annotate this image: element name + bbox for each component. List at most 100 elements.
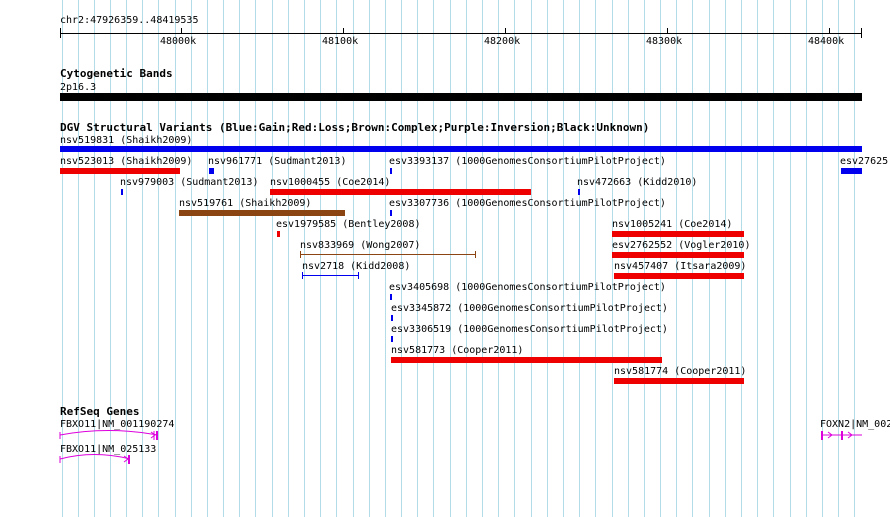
grid-line xyxy=(790,0,791,517)
grid-line xyxy=(433,0,434,517)
nsv523013-variant-bar[interactable] xyxy=(60,168,180,174)
ruler-tick-label: 48300k xyxy=(646,36,683,47)
grid-line xyxy=(563,0,564,517)
nsv457407-variant-bar[interactable] xyxy=(614,273,744,279)
cytoband-label: 2p16.3 xyxy=(60,82,97,93)
nsv519761-variant-bar[interactable] xyxy=(179,210,345,216)
variant-label: esv27625 xyxy=(840,156,889,167)
variant-label: esv3345872 (1000GenomesConsortiumPilotPr… xyxy=(391,303,668,314)
esv3405698-variant-bar[interactable] xyxy=(390,294,392,300)
nsv581773-variant-bar[interactable] xyxy=(391,357,662,363)
grid-line xyxy=(191,0,192,517)
grid-line xyxy=(547,0,548,517)
grid-line xyxy=(531,0,532,517)
variant-label: esv3307736 (1000GenomesConsortiumPilotPr… xyxy=(389,198,666,209)
grid-line xyxy=(482,0,483,517)
grid-line xyxy=(320,0,321,517)
ruler-tick-label: 48100k xyxy=(322,36,359,47)
ruler-tick xyxy=(505,28,506,33)
ruler-axis-line xyxy=(60,33,862,34)
nsv833969-variant-line[interactable] xyxy=(300,254,476,255)
grid-line xyxy=(773,0,774,517)
esv2762552-variant-bar[interactable] xyxy=(612,252,744,258)
fbxo11-nm001190274-gene-model[interactable] xyxy=(58,428,162,442)
grid-line xyxy=(466,0,467,517)
nsv979003-variant-bar[interactable] xyxy=(121,189,123,195)
esv3306519-variant-bar[interactable] xyxy=(391,336,393,342)
variant-label: esv3306519 (1000GenomesConsortiumPilotPr… xyxy=(391,324,668,335)
esv3393137-variant-bar[interactable] xyxy=(390,168,392,174)
nsv519831-variant-bar[interactable] xyxy=(60,146,862,152)
grid-line xyxy=(660,0,661,517)
variant-label: nsv581773 (Cooper2011) xyxy=(391,345,524,356)
grid-line xyxy=(595,0,596,517)
nsv581774-variant-bar[interactable] xyxy=(614,378,744,384)
grid-line xyxy=(628,0,629,517)
variant-label: nsv523013 (Shaikh2009) xyxy=(60,156,193,167)
variant-label: nsv519831 (Shaikh2009) xyxy=(60,135,193,146)
grid-line xyxy=(255,0,256,517)
ruler-tick-label: 48000k xyxy=(160,36,197,47)
grid-line xyxy=(806,0,807,517)
variant-label: nsv1000455 (Coe2014) xyxy=(270,177,391,188)
esv27625-variant-bar[interactable] xyxy=(841,168,862,174)
variant-label: esv1979585 (Bentley2008) xyxy=(276,219,421,230)
grid-line xyxy=(579,0,580,517)
dgv-track-title: DGV Structural Variants (Blue:Gain;Red:L… xyxy=(60,121,650,134)
grid-line xyxy=(741,0,742,517)
grid-line xyxy=(385,0,386,517)
nsv961771-variant-bar[interactable] xyxy=(209,168,214,174)
nsv1000455-variant-bar[interactable] xyxy=(270,189,531,195)
variant-label: nsv833969 (Wong2007) xyxy=(300,240,421,251)
nsv833969-variant-endcap xyxy=(475,251,476,258)
grid-line xyxy=(304,0,305,517)
esv3307736-variant-bar[interactable] xyxy=(390,210,392,216)
grid-line xyxy=(239,0,240,517)
grid-line xyxy=(692,0,693,517)
strand-arrow xyxy=(123,455,129,463)
variant-label: nsv519761 (Shaikh2009) xyxy=(179,198,312,209)
ruler-tick xyxy=(343,28,344,33)
ruler-tick xyxy=(181,28,182,33)
grid-line xyxy=(450,0,451,517)
cytoband-track-title: Cytogenetic Bands xyxy=(60,67,173,80)
grid-line xyxy=(272,0,273,517)
ruler-tick-label: 48200k xyxy=(484,36,521,47)
esv1979585-variant-bar[interactable] xyxy=(277,231,280,237)
ruler-tick-label: 48400k xyxy=(808,36,845,47)
genome-browser-view: chr2:47926359..48419535 48000k 48100k 48… xyxy=(0,0,890,517)
foxn2-gene-model[interactable] xyxy=(820,428,862,442)
intron-line xyxy=(59,430,159,436)
grid-line xyxy=(369,0,370,517)
grid-line xyxy=(676,0,677,517)
refseq-track-title: RefSeq Genes xyxy=(60,405,140,418)
nsv2718-variant-line[interactable] xyxy=(302,275,359,276)
ruler-tick xyxy=(861,28,862,38)
grid-line xyxy=(612,0,613,517)
grid-line xyxy=(207,0,208,517)
fbxo11-nm025133-gene-model[interactable] xyxy=(58,452,134,466)
grid-line xyxy=(336,0,337,517)
variant-label: nsv979003 (Sudmant2013) xyxy=(120,177,259,188)
ruler-tick xyxy=(667,28,668,33)
grid-line xyxy=(514,0,515,517)
ruler-tick xyxy=(829,28,830,33)
esv3345872-variant-bar[interactable] xyxy=(391,315,393,321)
intron-line xyxy=(59,454,131,460)
ruler-range-label: chr2:47926359..48419535 xyxy=(60,15,199,26)
grid-line xyxy=(353,0,354,517)
nsv472663-variant-bar[interactable] xyxy=(578,189,580,195)
grid-line xyxy=(175,0,176,517)
nsv833969-variant-endcap xyxy=(300,251,301,258)
nsv1005241-variant-bar[interactable] xyxy=(612,231,744,237)
variant-label: nsv457407 (Itsara2009) xyxy=(614,261,747,272)
variant-label: nsv2718 (Kidd2008) xyxy=(302,261,411,272)
grid-line xyxy=(498,0,499,517)
variant-label: nsv472663 (Kidd2010) xyxy=(577,177,698,188)
cytoband-bar[interactable] xyxy=(60,93,862,101)
variant-label: esv2762552 (Vogler2010) xyxy=(612,240,751,251)
grid-line xyxy=(401,0,402,517)
variant-label: esv3405698 (1000GenomesConsortiumPilotPr… xyxy=(389,282,666,293)
nsv2718-variant-endcap xyxy=(302,272,303,279)
variant-label: nsv961771 (Sudmant2013) xyxy=(208,156,347,167)
